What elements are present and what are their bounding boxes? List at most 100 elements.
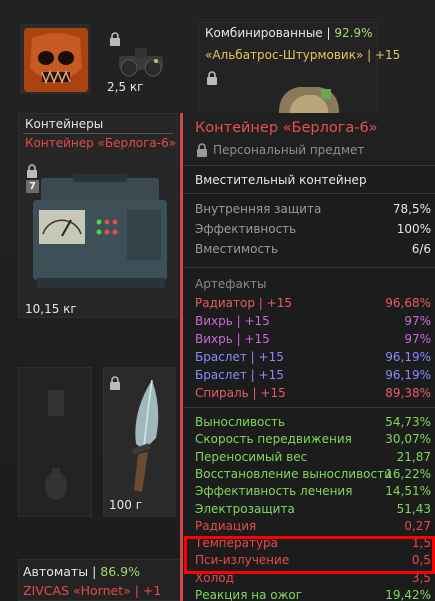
effect-row-label: Электрозащита xyxy=(195,501,295,516)
effect-row: Пси-излучение 0,5 xyxy=(195,553,431,571)
base-stat-row-label: Вместимость xyxy=(195,242,279,256)
rifle-durability: 86.9% xyxy=(100,564,140,579)
base-stat-row: Внутренняя защита 78,5% xyxy=(195,202,431,220)
lock-icon xyxy=(196,143,208,157)
tooltip-description: Вместительный контейнер xyxy=(195,173,367,187)
base-stat-row-label: Внутренняя защита xyxy=(195,202,322,216)
armor-name: «Альбатрос-Штурмовик» | +15 xyxy=(205,48,401,62)
artifacts-label: Артефакты xyxy=(195,277,267,291)
effect-row-value: 51,43 xyxy=(396,501,431,516)
effect-row-label: Восстановление выносливости xyxy=(195,466,392,481)
effect-row-label: Температура xyxy=(195,536,279,551)
knife-slot[interactable]: 100 г xyxy=(103,367,176,517)
effect-row-label: Холод xyxy=(195,570,234,585)
effect-row: Температура 1,5 xyxy=(195,536,431,554)
lock-icon xyxy=(109,32,121,46)
artifact-row-value: 97% xyxy=(404,314,431,328)
effect-row-label: Реакция на ожог xyxy=(195,588,303,601)
effect-row: Восстановление выносливости 16,22% xyxy=(195,467,431,485)
effect-row-value: 21,87 xyxy=(396,449,431,464)
artifact-row: Спираль | +15 89,38% xyxy=(195,386,431,404)
divider xyxy=(183,267,435,268)
artifact-row-label: Вихрь | +15 xyxy=(195,332,270,346)
artifact-row: Радиатор | +15 96,68% xyxy=(195,296,431,314)
artifact-row-label: Спираль | +15 xyxy=(195,386,286,400)
base-stat-row-value: 6/6 xyxy=(411,242,431,256)
effect-row-label: Скорость передвижения xyxy=(195,432,352,447)
artifact-row-value: 96,19% xyxy=(385,350,431,364)
effect-row: Эффективность лечения 14,51% xyxy=(195,484,431,502)
nvg-item-image xyxy=(119,48,163,77)
nvg-weight: 2,5 кг xyxy=(107,80,144,94)
item-tooltip: Контейнер «Берлога-6» Персональный предм… xyxy=(180,113,435,601)
rifle-category: Автоматы | 86.9% xyxy=(23,564,140,579)
rifle-name: ZIVCAS «Hornet» | +1 xyxy=(23,583,162,598)
tooltip-header: Контейнер «Берлога-6» Персональный предм… xyxy=(183,113,435,163)
knife-item-image xyxy=(131,379,159,492)
artifact-row-label: Браслет | +15 xyxy=(195,350,284,364)
armor-category: Комбинированные | 92.9% xyxy=(205,26,373,40)
container-item-image xyxy=(33,174,167,288)
base-stat-row: Вместимость 6/6 xyxy=(195,242,431,260)
mask-item-image xyxy=(24,28,88,92)
effect-row-value: 3,5 xyxy=(411,570,431,585)
artifact-row: Вихрь | +15 97% xyxy=(195,314,431,332)
divider xyxy=(183,407,435,408)
container-weight: 10,15 кг xyxy=(25,302,77,316)
artifact-row-label: Радиатор | +15 xyxy=(195,296,292,310)
container-slot[interactable]: Контейнеры Контейнер «Берлога-6» 7 10,15… xyxy=(18,113,178,318)
effect-row-label: Переносимый вес xyxy=(195,449,308,464)
effect-row-value: 1,5 xyxy=(411,536,431,551)
effect-row-value: 16,22% xyxy=(385,466,431,481)
effect-row: Скорость передвижения 30,07% xyxy=(195,432,431,450)
effect-row: Реакция на ожог 19,42% xyxy=(195,588,431,601)
divider xyxy=(23,133,173,134)
rifle-separator: | xyxy=(88,564,101,579)
nvg-slot[interactable]: 2,5 кг xyxy=(105,24,177,94)
artifact-row-label: Вихрь | +15 xyxy=(195,314,270,328)
container-name: Контейнер «Берлога-6» xyxy=(25,136,177,150)
effect-row-label: Эффективность лечения xyxy=(195,484,353,499)
rifle-slot[interactable]: Автоматы | 86.9% ZIVCAS «Hornet» | +1 xyxy=(18,559,188,601)
lock-icon xyxy=(206,71,218,85)
effect-row-value: 0,5 xyxy=(411,553,431,568)
artifact-row: Вихрь | +15 97% xyxy=(195,332,431,350)
tooltip-subtitle: Персональный предмет xyxy=(213,143,365,157)
artifact-row: Браслет | +15 96,19% xyxy=(195,350,431,368)
effect-row-value: 54,73% xyxy=(385,415,431,429)
rifle-category-label: Автоматы xyxy=(23,564,89,579)
container-category: Контейнеры xyxy=(25,117,104,131)
artifact-row: Браслет | +15 96,19% xyxy=(195,368,431,386)
base-stat-row: Эффективность 100% xyxy=(195,222,431,240)
artifact-row-value: 96,19% xyxy=(385,368,431,382)
base-stat-row-value: 100% xyxy=(396,222,431,236)
effect-row: Электрозащита 51,43 xyxy=(195,502,431,520)
base-stat-row-value: 78,5% xyxy=(392,202,431,216)
effect-row-label: Радиация xyxy=(195,518,257,533)
mask-slot[interactable] xyxy=(20,24,90,94)
effect-row: Выносливость 54,73% xyxy=(195,415,431,433)
armor-category-label: Комбинированные xyxy=(205,26,323,40)
effect-row-value: 30,07% xyxy=(385,432,431,447)
base-stat-row-label: Эффективность xyxy=(195,222,297,236)
armor-separator: | xyxy=(322,26,335,40)
tooltip-title: Контейнер «Берлога-6» xyxy=(195,120,378,136)
artifact-row-value: 89,38% xyxy=(385,386,431,400)
armor-durability: 92.9% xyxy=(334,26,373,40)
lock-icon xyxy=(109,376,121,390)
effect-row: Холод 3,5 xyxy=(195,571,431,589)
armor-slot[interactable]: Комбинированные | 92.9% «Альбатрос-Штурм… xyxy=(198,22,400,118)
effect-row-value: 0,27 xyxy=(404,518,431,533)
effect-row-label: Выносливость xyxy=(195,415,286,429)
grenade-item-image xyxy=(45,390,67,500)
effect-row-label: Пси-излучение xyxy=(195,553,290,568)
grenade-slot[interactable] xyxy=(18,367,92,517)
divider xyxy=(183,165,435,166)
divider xyxy=(183,193,435,194)
artifact-row-value: 97% xyxy=(404,332,431,346)
knife-weight: 100 г xyxy=(109,498,143,512)
effect-row-value: 19,42% xyxy=(385,588,431,601)
artifact-row-value: 96,68% xyxy=(385,296,431,310)
effect-row-value: 14,51% xyxy=(385,484,431,499)
effect-row: Переносимый вес 21,87 xyxy=(195,450,431,468)
